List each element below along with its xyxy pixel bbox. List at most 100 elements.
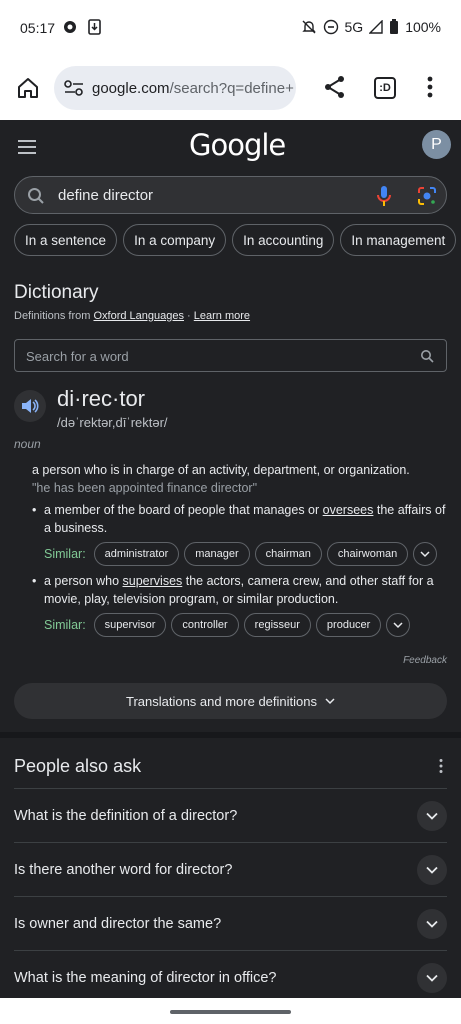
url-text: google.com/search?q=define+ [92, 80, 294, 97]
settings-status-icon [62, 19, 78, 35]
home-button[interactable] [12, 72, 44, 104]
expand-answer-button[interactable] [417, 801, 447, 831]
paa-question-text: Is owner and director the same? [14, 916, 222, 932]
download-status-icon [87, 19, 103, 35]
google-lens-icon[interactable] [417, 186, 437, 206]
similar-words-1: Similar: administrator manager chairman … [44, 542, 438, 566]
bullet: • [32, 574, 37, 588]
supervises-link[interactable]: supervises [123, 574, 183, 588]
search-input[interactable]: define director [14, 176, 447, 214]
paa-question-text: Is there another word for director? [14, 862, 233, 878]
more-vert-icon [427, 76, 433, 98]
similar-words-2: Similar: supervisor controller regisseur… [44, 613, 411, 637]
share-button[interactable] [322, 74, 348, 100]
paa-question[interactable]: Is there another word for director? [14, 842, 447, 896]
sub1-text-a: a member of the board of people that man… [44, 503, 323, 517]
browser-toolbar: google.com/search?q=define+ :D [0, 56, 461, 120]
expand-answer-button[interactable] [417, 909, 447, 939]
similar-word-pill[interactable]: supervisor [93, 613, 167, 637]
similar-label: Similar: [44, 618, 86, 632]
gesture-nav-bar [0, 998, 461, 1024]
battery-percent: 100% [405, 19, 441, 35]
headword: di·rec·tor [57, 386, 146, 411]
url-domain: google.com [92, 79, 170, 97]
translations-label: Translations and more definitions [125, 693, 317, 709]
battery-icon [390, 19, 399, 34]
similar-word-pill[interactable]: manager [184, 542, 250, 566]
status-bar: 05:17 5G 100% [0, 0, 461, 56]
status-time: 05:17 [20, 20, 56, 36]
signal-icon [369, 20, 383, 34]
address-bar[interactable]: google.com/search?q=define+ [54, 66, 296, 110]
word-search-input[interactable]: Search for a word [14, 339, 447, 372]
account-avatar[interactable]: P [422, 130, 451, 159]
bullet: • [32, 503, 37, 517]
oversees-link[interactable]: oversees [323, 503, 374, 517]
definition-text: a person who is in charge of an activity… [32, 463, 410, 477]
expand-similar-button[interactable] [413, 542, 438, 566]
google-header: Google P [0, 120, 461, 172]
translations-button[interactable]: Translations and more definitions [14, 683, 447, 719]
site-settings-icon[interactable] [64, 80, 84, 96]
share-icon [325, 76, 344, 98]
similar-word-pill[interactable]: regisseur [243, 613, 311, 637]
microphone-icon[interactable] [375, 185, 393, 207]
chevron-down-icon [393, 622, 403, 629]
people-also-ask-title: People also ask [14, 756, 142, 776]
source-prefix: Definitions from [14, 310, 94, 322]
notifications-off-icon [301, 20, 316, 34]
oxford-languages-link[interactable]: Oxford Languages [93, 310, 184, 322]
chevron-down-icon [426, 920, 438, 928]
similar-word-pill[interactable]: controller [171, 613, 239, 637]
dictionary-source: Definitions from Oxford Languages · Lear… [14, 310, 250, 322]
hamburger-menu-icon[interactable] [18, 140, 36, 154]
chip-in-a-company[interactable]: In a company [123, 224, 227, 256]
main-definition: a person who is in charge of an activity… [32, 461, 442, 497]
paa-question-text: What is the meaning of director in offic… [14, 970, 277, 986]
expand-similar-button[interactable] [386, 613, 411, 637]
tab-switcher-button[interactable]: :D [374, 77, 396, 99]
similar-word-pill[interactable]: chairwoman [326, 542, 409, 566]
dnd-icon [323, 19, 338, 35]
paa-question[interactable]: What is the definition of a director? [14, 788, 447, 842]
google-logo[interactable]: Google [189, 128, 286, 162]
phonetic: /dəˈrektər,dīˈrektər/ [57, 415, 168, 430]
chevron-down-icon [426, 866, 438, 874]
search-query: define director [58, 187, 154, 204]
part-of-speech: noun [14, 437, 41, 451]
definition-example: "he has been appointed finance director" [32, 481, 258, 495]
sub-definition-2: • a person who supervises the actors, ca… [32, 572, 447, 608]
chevron-down-icon [325, 698, 335, 705]
expand-answer-button[interactable] [417, 963, 447, 993]
similar-label: Similar: [44, 547, 86, 561]
expand-answer-button[interactable] [417, 855, 447, 885]
paa-question-text: What is the definition of a director? [14, 808, 238, 824]
home-icon [18, 78, 38, 98]
similar-word-pill[interactable]: chairman [254, 542, 322, 566]
chip-in-management[interactable]: In management [340, 224, 457, 256]
sub-definition-1: • a member of the board of people that m… [32, 501, 447, 537]
search-results-page: Google P define director In a sentence I… [0, 120, 461, 998]
home-gesture-handle[interactable] [170, 1010, 291, 1014]
sub2-text-a: a person who [44, 574, 123, 588]
paa-question[interactable]: Is owner and director the same? [14, 896, 447, 950]
chip-in-a-sentence[interactable]: In a sentence [14, 224, 118, 256]
url-path: /search?q=define+ [169, 79, 294, 97]
more-options-icon[interactable] [438, 758, 444, 774]
feedback-link[interactable]: Feedback [403, 655, 447, 666]
chip-in-accounting[interactable]: In accounting [232, 224, 335, 256]
search-icon [421, 350, 434, 363]
learn-more-link[interactable]: Learn more [194, 310, 250, 322]
similar-word-pill[interactable]: administrator [93, 542, 180, 566]
dictionary-title: Dictionary [14, 282, 99, 303]
more-menu-button[interactable] [420, 74, 440, 100]
source-separator: · [184, 310, 194, 322]
search-icon [28, 188, 44, 204]
chevron-down-icon [426, 974, 438, 982]
paa-question[interactable]: What is the meaning of director in offic… [14, 950, 447, 998]
similar-word-pill[interactable]: producer [315, 613, 382, 637]
pronunciation-button[interactable] [14, 390, 46, 422]
chevron-down-icon [426, 812, 438, 820]
chevron-down-icon [420, 551, 430, 558]
status-right: 5G 100% [301, 19, 441, 35]
